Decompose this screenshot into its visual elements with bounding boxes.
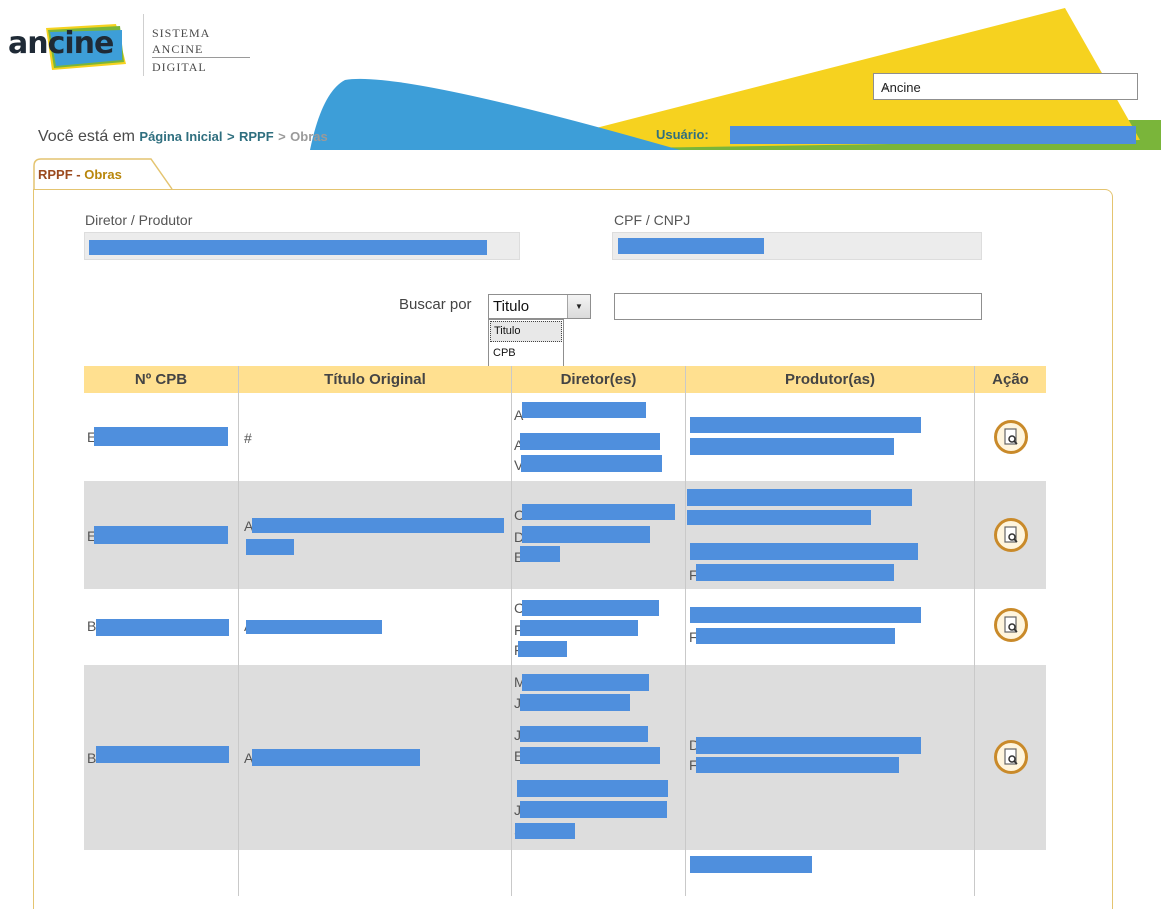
search-by-select-value: Titulo	[493, 298, 530, 315]
table-row: B A C F F F	[84, 589, 1046, 665]
redacted-block	[522, 600, 659, 616]
director-value-redacted	[89, 240, 487, 255]
system-name-line-1: SISTEMA	[152, 26, 211, 40]
redacted-block	[252, 749, 420, 766]
dropdown-arrow-icon[interactable]: ▼	[567, 295, 590, 318]
breadcrumb-current: Obras	[290, 129, 328, 144]
organization-select[interactable]: Ancine ⌄	[873, 73, 1138, 100]
redacted-block	[522, 526, 650, 543]
redacted-block	[96, 746, 229, 763]
redacted-block	[522, 402, 646, 418]
table-row: E # A A V	[84, 393, 1046, 481]
column-header-produtores: Produtor(as)	[686, 366, 974, 393]
redacted-block	[522, 504, 675, 520]
cpb-cell: B	[87, 618, 97, 634]
view-document-icon[interactable]	[994, 608, 1028, 642]
redacted-block	[246, 620, 382, 634]
tab-label-part2: Obras	[84, 167, 122, 182]
breadcrumb-home-link[interactable]: Página Inicial	[139, 129, 222, 144]
breadcrumb-rppf-link[interactable]: RPPF	[239, 129, 274, 144]
tab-label-sep: -	[72, 167, 85, 182]
redacted-block	[520, 801, 667, 818]
redacted-block	[521, 455, 662, 472]
cpf-value-redacted	[618, 238, 764, 254]
system-name-line-2: ANCINE	[152, 42, 204, 56]
column-divider	[511, 665, 512, 850]
redacted-block	[94, 427, 228, 446]
redacted-block	[690, 417, 921, 433]
redacted-block	[515, 823, 575, 839]
view-document-icon[interactable]	[994, 518, 1028, 552]
ancine-logo: ancine	[8, 24, 126, 70]
redacted-block	[96, 619, 229, 636]
search-option-titulo[interactable]: Titulo	[490, 321, 562, 342]
search-by-dropdown: Titulo CPB	[488, 319, 564, 367]
user-name-redacted	[730, 126, 1136, 144]
search-input[interactable]	[614, 293, 982, 320]
redacted-block	[520, 433, 660, 450]
column-header-cpb: Nº CPB	[84, 366, 238, 393]
redacted-block	[518, 641, 567, 657]
cpf-label: CPF / CNPJ	[614, 212, 691, 228]
redacted-block	[94, 526, 228, 544]
column-divider	[974, 481, 975, 589]
redacted-block	[690, 438, 894, 455]
redacted-block	[246, 539, 294, 555]
redacted-block	[520, 726, 648, 742]
column-header-acao: Ação	[975, 366, 1046, 393]
search-by-label: Buscar por	[399, 296, 472, 313]
table-row	[84, 850, 1046, 890]
redacted-block	[690, 856, 812, 873]
redacted-block	[696, 737, 921, 754]
column-header-titulo: Título Original	[239, 366, 511, 393]
chevron-down-icon: ⌄	[881, 78, 892, 92]
breadcrumb-prefix: Você está em	[38, 128, 135, 145]
table-row: E A C D E F	[84, 481, 1046, 589]
redacted-block	[520, 620, 638, 636]
redacted-block	[687, 510, 871, 525]
redacted-block	[696, 628, 895, 644]
column-divider	[238, 481, 239, 589]
view-document-icon[interactable]	[994, 740, 1028, 774]
breadcrumb-separator: >	[226, 129, 235, 144]
tab-label-part1: RPPF	[38, 167, 73, 182]
header-divider	[143, 14, 144, 76]
tab-rppf-obras[interactable]: RPPF - Obras	[38, 167, 122, 182]
redacted-block	[520, 546, 560, 562]
director-label: Diretor / Produtor	[85, 212, 193, 228]
redacted-block	[520, 694, 630, 711]
redacted-block	[520, 747, 660, 764]
user-label: Usuário:	[656, 127, 709, 142]
redacted-block	[690, 607, 921, 623]
redacted-block	[252, 518, 504, 533]
search-by-select[interactable]: Titulo ▼	[488, 294, 591, 319]
column-divider	[974, 665, 975, 850]
redacted-block	[696, 564, 894, 581]
system-name-underline	[152, 57, 250, 58]
table-row: B A M J J E J S D F	[84, 665, 1046, 850]
search-option-cpb[interactable]: CPB	[490, 344, 562, 365]
column-divider	[685, 665, 686, 850]
column-divider	[685, 481, 686, 589]
breadcrumb-separator: >	[278, 129, 286, 144]
redacted-block	[687, 489, 912, 506]
redacted-block	[696, 757, 899, 773]
logo-text: ancine	[8, 26, 114, 61]
redacted-block	[517, 780, 668, 797]
cpb-cell: B	[87, 750, 97, 766]
system-name-line-3: DIGITAL	[152, 60, 207, 74]
column-header-diretores: Diretor(es)	[512, 366, 685, 393]
column-divider	[238, 665, 239, 850]
breadcrumb: Você está em Página Inicial > RPPF > Obr…	[38, 128, 328, 146]
redacted-block	[690, 543, 918, 560]
titulo-cell: #	[244, 430, 252, 446]
column-divider	[511, 481, 512, 589]
redacted-block	[522, 674, 649, 691]
view-document-icon[interactable]	[994, 420, 1028, 454]
